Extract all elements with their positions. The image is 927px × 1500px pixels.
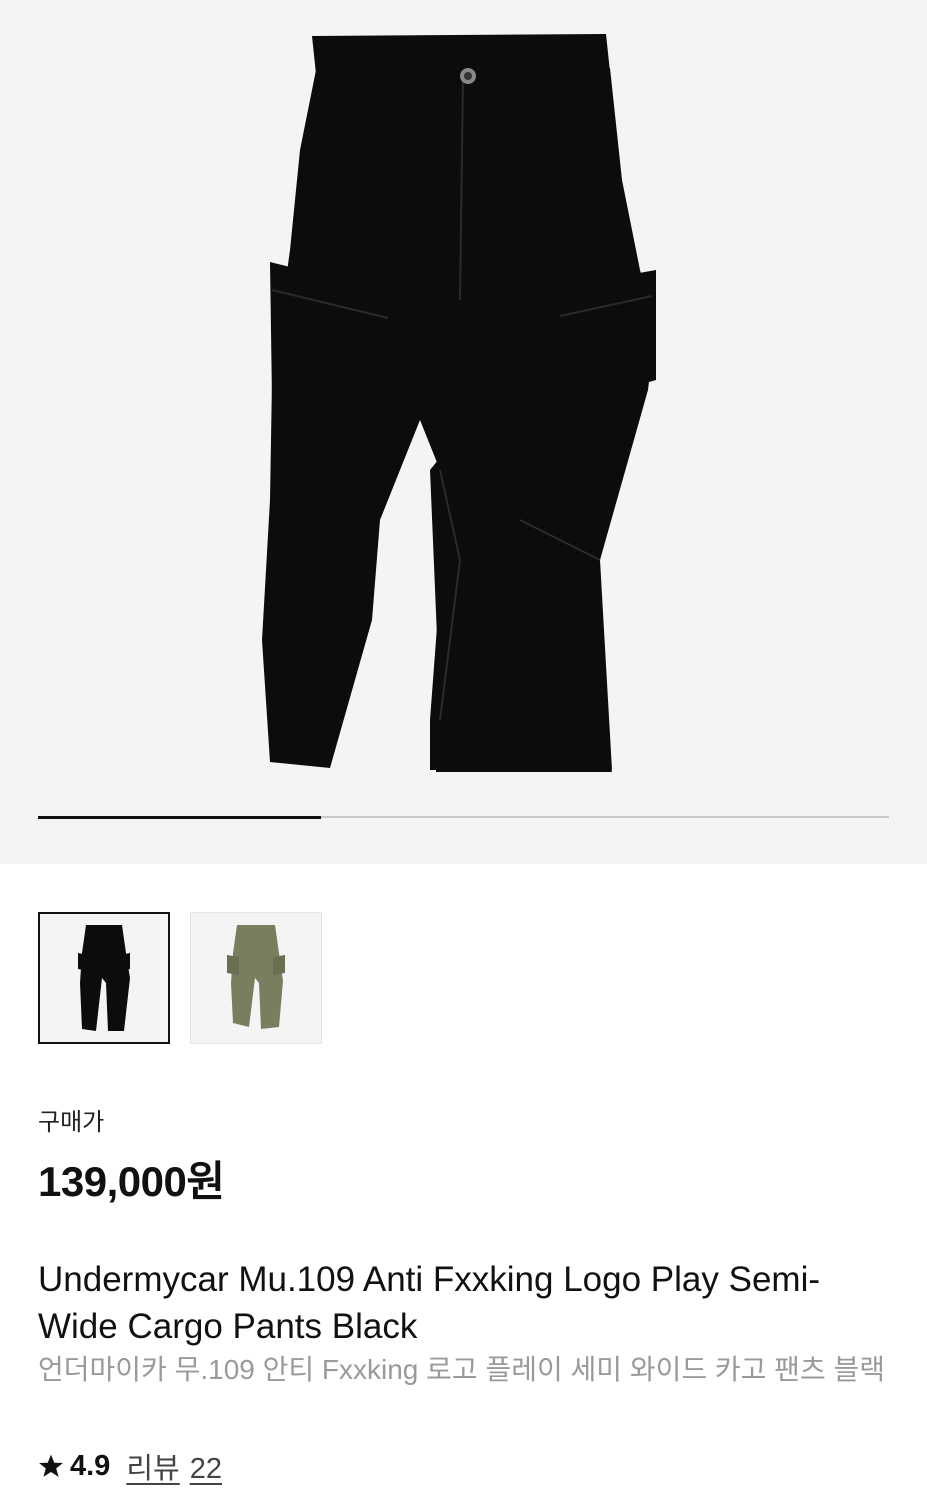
product-title: Undermycar Mu.109 Anti Fxxking Logo Play… [38,1260,820,1346]
review-count: 22 [189,1453,222,1485]
gallery-progress-fill [38,815,322,819]
gallery-progress-bar [38,815,889,819]
variant-thumbnails [38,912,322,1044]
product-price: 139,000원 [38,1158,225,1205]
product-image-gallery[interactable] [0,0,927,864]
thumbnail-black[interactable] [38,912,170,1044]
pants-image [262,34,656,772]
pants-thumbnail-image [78,925,130,1031]
rating-value: 4.9 [70,1449,111,1482]
price-label: 구매가 [38,1109,105,1136]
thumbnail-olive[interactable] [190,912,322,1044]
pants-thumbnail-image [227,925,285,1029]
review-link[interactable]: 리뷰 22 [126,1445,222,1487]
rating-row: 4.9 리뷰 22 [38,1445,222,1487]
product-subtitle: 언더마이카 무.109 안티 Fxxking 로고 플레이 세미 와이드 카고 … [38,1354,886,1385]
star-icon [39,1454,63,1477]
review-label: 리뷰 [126,1453,180,1485]
